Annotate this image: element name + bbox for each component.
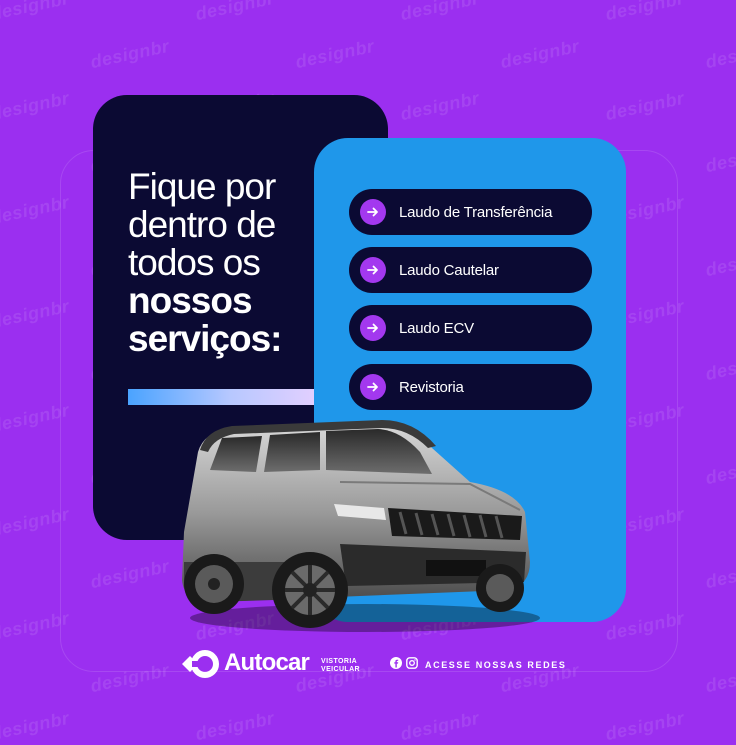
service-label: Revistoria bbox=[399, 378, 464, 396]
arrow-right-icon bbox=[360, 199, 386, 225]
brand-name: Autocar bbox=[224, 649, 310, 676]
service-item-ecv[interactable]: Laudo ECV bbox=[349, 305, 592, 351]
service-item-cautelar[interactable]: Laudo Cautelar bbox=[349, 247, 592, 293]
instagram-icon[interactable] bbox=[406, 656, 418, 674]
brand-tagline-line-1: VISTORIA bbox=[321, 658, 358, 665]
gradient-bar bbox=[128, 389, 314, 405]
facebook-icon[interactable] bbox=[390, 656, 402, 674]
service-label: Laudo ECV bbox=[399, 319, 474, 337]
headline-line-1: Fique por bbox=[128, 166, 276, 207]
arrow-right-icon bbox=[360, 374, 386, 400]
headline: Fique por dentro de todos os nossos serv… bbox=[128, 168, 328, 358]
service-label: Laudo Cautelar bbox=[399, 261, 499, 279]
brand-tagline-line-2: VEICULAR bbox=[321, 666, 360, 673]
autocar-logo-icon bbox=[182, 650, 219, 678]
service-item-revistoria[interactable]: Revistoria bbox=[349, 364, 592, 410]
headline-line-5: serviços: bbox=[128, 318, 283, 359]
social-links: ACESSE NOSSAS REDES bbox=[390, 656, 566, 674]
headline-line-4: nossos bbox=[128, 280, 253, 321]
arrow-right-icon bbox=[360, 257, 386, 283]
headline-line-3: todos os bbox=[128, 242, 261, 283]
brand-tagline: VISTORIA VEICULAR bbox=[321, 658, 360, 674]
service-label: Laudo de Transferência bbox=[399, 203, 553, 221]
social-cta: ACESSE NOSSAS REDES bbox=[425, 660, 567, 670]
service-item-transferencia[interactable]: Laudo de Transferência bbox=[349, 189, 592, 235]
suv-car-image bbox=[182, 420, 540, 632]
headline-line-2: dentro de bbox=[128, 204, 276, 245]
arrow-right-icon bbox=[360, 315, 386, 341]
